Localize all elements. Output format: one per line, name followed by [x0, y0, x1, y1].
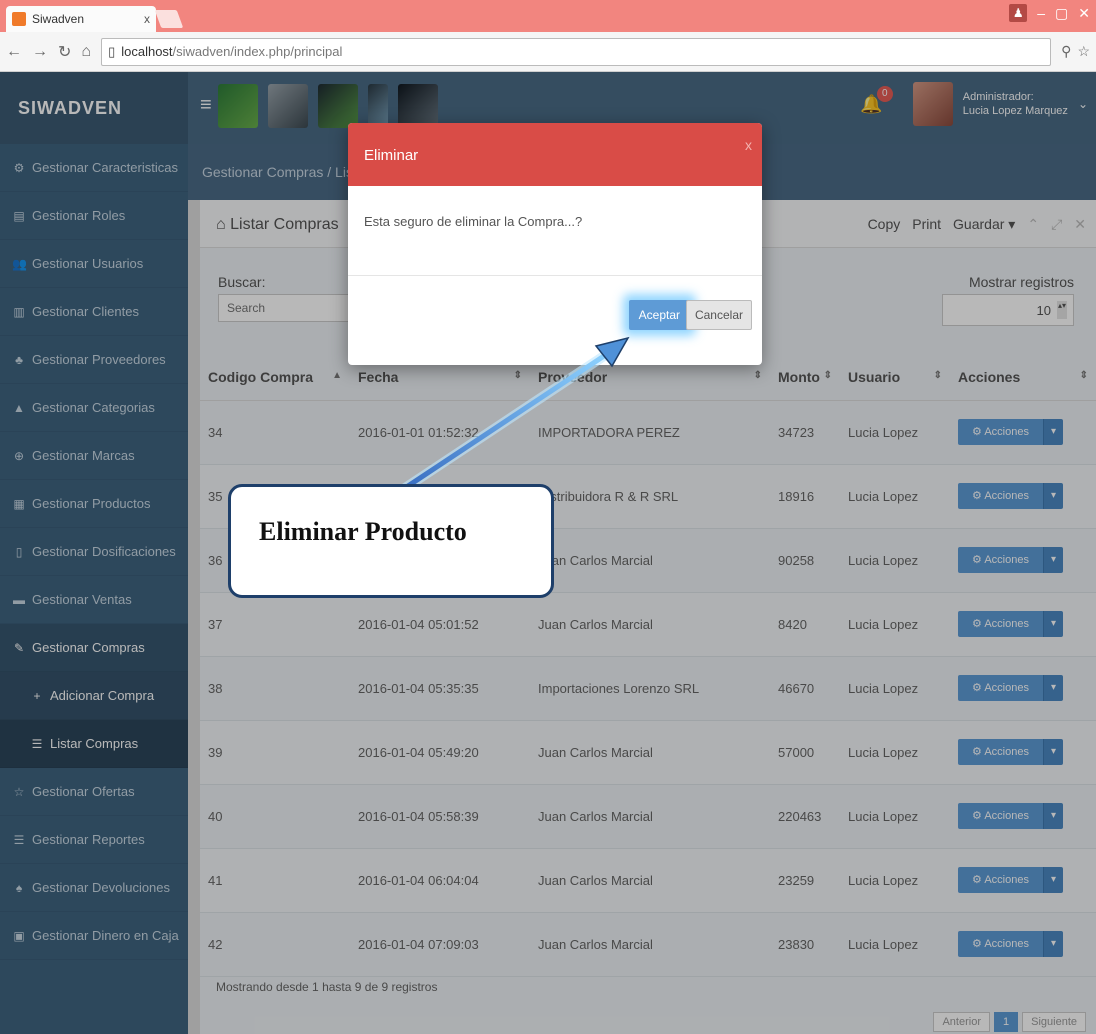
favicon-icon [12, 12, 26, 26]
window-controls: ♟ – ▢ ✕ [1009, 4, 1096, 22]
url-field[interactable]: ▯ localhost/siwadven/index.php/principal [101, 37, 1052, 66]
tab-title: Siwadven [32, 12, 85, 26]
url-path: /siwadven/index.php/principal [172, 44, 343, 59]
new-tab-button[interactable] [154, 10, 184, 28]
address-bar: ← → ↻ ⌂ ▯ localhost/siwadven/index.php/p… [0, 32, 1096, 72]
browser-tab[interactable]: Siwadven x [6, 6, 156, 32]
delete-confirm-dialog: Eliminar x Esta seguro de eliminar la Co… [348, 123, 762, 365]
tab-close-icon[interactable]: x [144, 12, 150, 26]
accept-button[interactable]: Aceptar [628, 300, 690, 330]
close-window-icon[interactable]: ✕ [1078, 5, 1090, 22]
bookmark-star-icon[interactable]: ☆ [1077, 43, 1090, 60]
page-icon: ▯ [108, 43, 116, 59]
dialog-footer: Aceptar Cancelar [348, 276, 762, 365]
dialog-header: Eliminar x [348, 123, 762, 186]
extension-icon[interactable]: ⚲ [1061, 43, 1071, 60]
maximize-icon[interactable]: ▢ [1055, 5, 1068, 22]
reload-icon[interactable]: ↻ [58, 42, 71, 62]
back-icon[interactable]: ← [6, 43, 22, 61]
browser-tabbar: Siwadven x ♟ – ▢ ✕ [0, 0, 1096, 32]
annotation-callout: Eliminar Producto [228, 484, 554, 598]
home-icon[interactable]: ⌂ [81, 43, 91, 61]
callout-text: Eliminar Producto [259, 517, 467, 546]
cancel-button[interactable]: Cancelar [685, 300, 752, 330]
profile-icon[interactable]: ♟ [1009, 4, 1028, 22]
url-host: localhost [121, 44, 173, 59]
dialog-title: Eliminar [364, 147, 419, 164]
close-icon[interactable]: x [745, 137, 752, 153]
minimize-icon[interactable]: – [1037, 5, 1045, 21]
dialog-message: Esta seguro de eliminar la Compra...? [348, 186, 762, 276]
forward-icon[interactable]: → [32, 43, 48, 61]
